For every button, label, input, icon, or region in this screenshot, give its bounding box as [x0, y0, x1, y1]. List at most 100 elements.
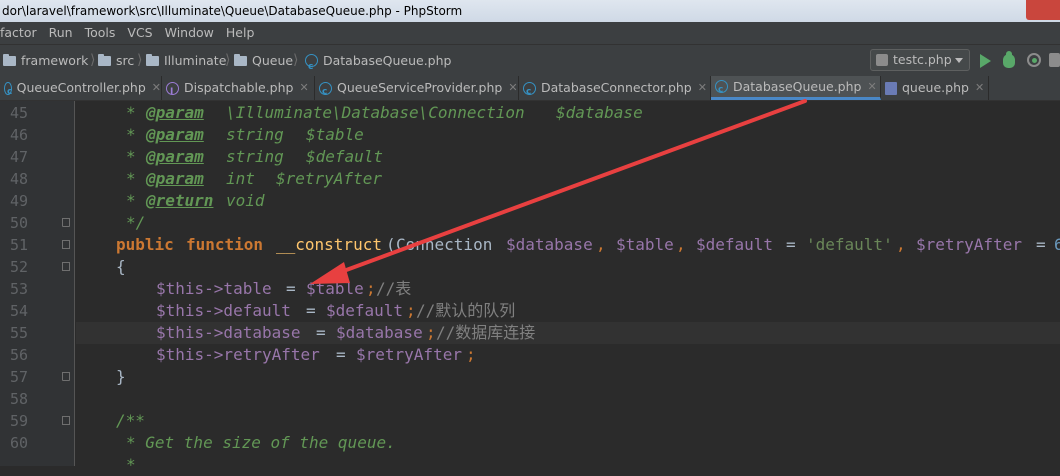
- run-icon[interactable]: [980, 54, 991, 68]
- doc-var: $retryAfter: [276, 169, 382, 188]
- breadcrumb-framework[interactable]: framework: [3, 45, 88, 76]
- php-file-icon: [885, 81, 897, 95]
- keyword: function: [186, 235, 264, 254]
- breadcrumb-label: Illuminate: [164, 53, 227, 68]
- property-access: $this->database: [156, 323, 301, 342]
- doc-text: * Get the size of the queue.: [126, 433, 396, 452]
- breadcrumb-databasequeue[interactable]: DatabaseQueue.php: [305, 45, 451, 83]
- operator: =: [1036, 235, 1046, 254]
- doc-token: *: [126, 169, 136, 188]
- tab-label: queue.php: [902, 80, 969, 95]
- doc-var: $database: [556, 103, 643, 122]
- class-icon: [4, 80, 12, 104]
- breadcrumb-label: src: [116, 53, 135, 68]
- doc-token: *: [126, 455, 136, 474]
- punctuation: {: [116, 257, 126, 276]
- menu-item-vcs[interactable]: VCS: [127, 25, 152, 40]
- tab-label: DatabaseConnector.php: [541, 80, 692, 95]
- editor-tab-bar: QueueController.php ✕ Dispatchable.php ✕…: [0, 75, 1060, 104]
- code-area[interactable]: * @param \Illuminate\Database\Connection…: [76, 101, 1060, 474]
- breadcrumb-src[interactable]: src: [98, 45, 134, 76]
- code-line: {: [76, 256, 1060, 278]
- breadcrumb-illuminate[interactable]: Illuminate: [146, 45, 226, 76]
- type-name: Connection: [396, 235, 493, 254]
- chevron-down-icon: [955, 58, 963, 63]
- property-access: $this->default: [156, 301, 291, 320]
- code-line: * @return void: [76, 190, 1060, 212]
- code-editor[interactable]: 45 46 47 48 49 50 51 52 53 54 55 56 57 5…: [0, 101, 1060, 474]
- code-line: $this->table = $table ; //表: [76, 278, 1060, 300]
- fold-start-icon[interactable]: [62, 240, 70, 249]
- breadcrumb-label: framework: [21, 53, 89, 68]
- fold-start-icon[interactable]: [62, 416, 70, 425]
- punctuation: (: [386, 235, 396, 254]
- number-literal: 6: [1054, 235, 1060, 254]
- line-number: 45: [9, 104, 28, 122]
- line-number: 58: [9, 390, 28, 408]
- line-number-gutter: 45 46 47 48 49 50 51 52 53 54 55 56 57 5…: [0, 101, 75, 466]
- variable: $database: [336, 323, 423, 342]
- stop-icon[interactable]: [1049, 53, 1060, 67]
- menu-item-run[interactable]: Run: [49, 25, 73, 40]
- code-line: }: [76, 366, 1060, 388]
- line-number: 48: [9, 170, 28, 188]
- run-with-coverage-icon[interactable]: [1027, 53, 1041, 67]
- close-icon[interactable]: ✕: [975, 76, 984, 100]
- tab-label: QueueController.php: [16, 80, 146, 95]
- debug-icon[interactable]: [1003, 51, 1015, 68]
- code-line: */: [76, 212, 1060, 234]
- tab-queueserviceprovider[interactable]: QueueServiceProvider.php ✕: [315, 76, 519, 104]
- line-number: 56: [9, 346, 28, 364]
- doc-token: *: [126, 147, 136, 166]
- property-access: $this->retryAfter: [156, 345, 320, 364]
- tab-label: DatabaseQueue.php: [733, 78, 862, 94]
- breadcrumb-separator-icon: ⟩: [137, 52, 143, 68]
- menu-item-help[interactable]: Help: [226, 25, 255, 40]
- punctuation: ;: [406, 301, 416, 320]
- fold-start-icon[interactable]: [62, 262, 70, 271]
- tab-dispatchable[interactable]: Dispatchable.php ✕: [162, 76, 315, 104]
- code-line: *: [76, 454, 1060, 476]
- close-icon[interactable]: ✕: [299, 76, 308, 100]
- close-icon[interactable]: ✕: [867, 75, 876, 99]
- close-icon[interactable]: ✕: [698, 76, 707, 100]
- tab-label: QueueServiceProvider.php: [337, 80, 503, 95]
- doc-token: /**: [116, 411, 145, 430]
- menu-item-tools[interactable]: Tools: [85, 25, 116, 40]
- code-line: * @param string $default: [76, 146, 1060, 168]
- close-icon[interactable]: ✕: [152, 76, 161, 100]
- breadcrumb-queue[interactable]: Queue: [234, 45, 293, 76]
- variable: $default: [326, 301, 404, 320]
- tab-databaseconnector[interactable]: DatabaseConnector.php ✕: [519, 76, 711, 104]
- code-line: $this->retryAfter = $retryAfter ;: [76, 344, 1060, 366]
- menu-bar: factor Run Tools VCS Window Help: [0, 22, 1060, 44]
- operator: =: [286, 279, 296, 298]
- fold-end-icon[interactable]: [62, 218, 70, 227]
- menu-item-refactor[interactable]: factor: [0, 25, 37, 40]
- breadcrumb-separator-icon: ⟩: [225, 52, 231, 68]
- doc-tag: @param: [146, 125, 204, 144]
- doc-type: string: [226, 147, 284, 166]
- close-icon[interactable]: ✕: [508, 76, 517, 100]
- tab-queuecontroller[interactable]: QueueController.php ✕: [0, 76, 162, 104]
- doc-tag: @param: [146, 147, 204, 166]
- tab-databasequeue[interactable]: DatabaseQueue.php ✕: [711, 75, 881, 102]
- menu-item-window[interactable]: Window: [165, 25, 214, 40]
- operator: =: [306, 301, 316, 320]
- line-number: 46: [9, 126, 28, 144]
- line-number: 53: [9, 280, 28, 298]
- line-number: 47: [9, 148, 28, 166]
- close-window-button[interactable]: [1026, 0, 1060, 20]
- line-number: 60: [9, 434, 28, 452]
- window-title-bar: dor\laravel\framework\src\Illuminate\Que…: [0, 0, 1060, 22]
- doc-tag: @return: [146, 191, 214, 210]
- doc-token: *: [126, 125, 136, 144]
- tab-queue-config[interactable]: queue.php ✕: [881, 76, 989, 100]
- line-number: 49: [9, 192, 28, 210]
- run-configuration-select[interactable]: testc.php: [870, 49, 970, 71]
- fold-end-icon[interactable]: [62, 372, 70, 381]
- comment: //默认的队列: [416, 301, 516, 320]
- code-line: * Get the size of the queue.: [76, 432, 1060, 454]
- code-line: public function __construct ( Connection…: [76, 234, 1060, 256]
- doc-type: void: [226, 191, 265, 210]
